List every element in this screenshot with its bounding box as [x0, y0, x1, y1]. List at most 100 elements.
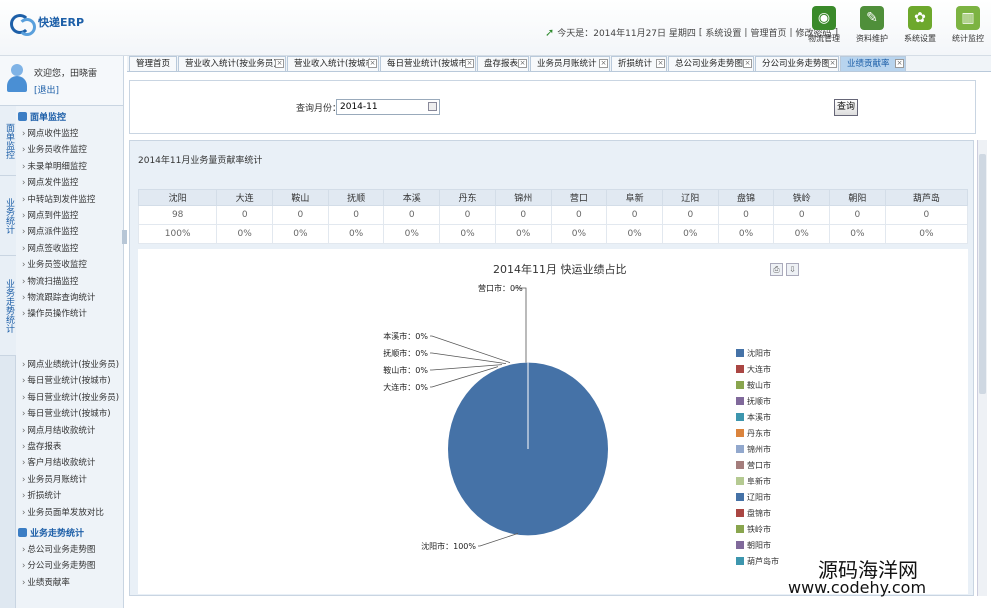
legend-label: 锦州市 [747, 444, 771, 454]
side-tab-business-stats[interactable]: 业务统计 [0, 176, 16, 256]
menu-item[interactable]: 每日营业统计(按城市) [22, 374, 110, 386]
column-header[interactable]: 辽阳 [661, 189, 719, 206]
menu-item[interactable]: 每日营业统计(按城市) [22, 407, 110, 419]
count-cell: 0 [829, 205, 886, 225]
column-header[interactable]: 大连 [216, 189, 274, 206]
menu-item[interactable]: 中转站到发件监控 [22, 193, 95, 205]
menu-item[interactable]: 操作员操作统计 [22, 307, 87, 319]
tab-2[interactable]: 营业收入统计(按城市) × [287, 56, 379, 72]
column-header[interactable]: 锦州 [494, 189, 552, 206]
close-icon[interactable]: × [518, 59, 527, 68]
admin-home-link[interactable]: 管理首页 [750, 26, 786, 39]
close-icon[interactable]: × [895, 59, 904, 68]
section-label: 业务走势统计 [30, 529, 85, 539]
column-header[interactable]: 沈阳 [137, 189, 218, 206]
legend-item[interactable]: 辽阳市 [736, 489, 779, 505]
menu-item[interactable]: 网点签收监控 [22, 242, 78, 254]
menu-section-trend[interactable]: 业务走势统计 [18, 526, 84, 539]
app-logo[interactable]: 快递ERP [8, 12, 84, 36]
collapse-handle[interactable] [122, 230, 127, 244]
column-header[interactable]: 盘锦 [717, 189, 775, 206]
column-header[interactable]: 抚顺 [327, 189, 385, 206]
legend-item[interactable]: 铁岭市 [736, 521, 779, 537]
menu-item[interactable]: 分公司业务走势图 [22, 559, 95, 571]
tab-4[interactable]: 盘存报表 × [477, 56, 529, 72]
legend-item[interactable]: 葫芦岛市 [736, 553, 779, 569]
top-nav-chart[interactable]: ▥ 统计监控 [949, 6, 987, 44]
tab-7[interactable]: 总公司业务走势图 × [668, 56, 754, 72]
close-icon[interactable]: × [275, 59, 284, 68]
menu-item[interactable]: 折损统计 [22, 489, 61, 501]
tab-9[interactable]: 业绩贡献率 × [840, 56, 906, 72]
menu-item[interactable]: 业绩贡献率 [22, 576, 70, 588]
logout-link[interactable]: [退出] [34, 83, 59, 96]
menu-item[interactable]: 网点月结收款统计 [22, 424, 95, 436]
side-tab-trend-stats[interactable]: 业务走势统计 [0, 256, 16, 356]
top-nav-tools[interactable]: ✎ 资料维护 [853, 6, 891, 44]
column-header[interactable]: 本溪 [383, 189, 441, 206]
menu-item[interactable]: 物流扫描监控 [22, 275, 78, 287]
menu-item[interactable]: 未录单明细监控 [22, 160, 87, 172]
column-header[interactable]: 朝阳 [829, 189, 886, 206]
column-header[interactable]: 丹东 [439, 189, 496, 206]
top-nav-gear[interactable]: ✿ 系统设置 [901, 6, 939, 44]
tab-1[interactable]: 营业收入统计(按业务员) × [178, 56, 286, 72]
legend-item[interactable]: 营口市 [736, 457, 779, 473]
system-settings-link[interactable]: 系统设置 [705, 26, 741, 39]
menu-item[interactable]: 业务员收件监控 [22, 143, 87, 155]
menu-item[interactable]: 业务员月账统计 [22, 473, 87, 485]
menu-item[interactable]: 网点到件监控 [22, 209, 78, 221]
label-leader-line [514, 287, 527, 363]
close-icon[interactable]: × [656, 59, 665, 68]
menu-item[interactable]: 业务员签收监控 [22, 258, 87, 270]
export-icon[interactable]: ⇩ [786, 263, 799, 276]
calendar-icon[interactable] [428, 102, 437, 111]
tab-8[interactable]: 分公司业务走势图 × [755, 56, 839, 72]
menu-item[interactable]: 物流跟踪查询统计 [22, 291, 95, 303]
tab-3[interactable]: 每日营业统计(按城市) × [380, 56, 476, 72]
legend-item[interactable]: 阜新市 [736, 473, 779, 489]
legend-item[interactable]: 朝阳市 [736, 537, 779, 553]
top-nav-globe[interactable]: ◉ 物流管理 [805, 6, 843, 44]
legend-item[interactable]: 丹东市 [736, 425, 779, 441]
column-header[interactable]: 铁岭 [773, 189, 831, 206]
print-icon[interactable]: ⎙ [770, 263, 783, 276]
menu-item[interactable]: 网点收件监控 [22, 127, 78, 139]
menu-item[interactable]: 每日营业统计(按业务员) [22, 391, 119, 403]
tab-0[interactable]: 管理首页 [129, 56, 177, 72]
close-icon[interactable]: × [368, 59, 377, 68]
tab-label: 管理首页 [136, 59, 171, 69]
vertical-scrollbar[interactable] [977, 140, 987, 596]
legend-item[interactable]: 本溪市 [736, 409, 779, 425]
section-icon [18, 528, 27, 537]
scrollbar-thumb[interactable] [979, 154, 986, 394]
legend-item[interactable]: 抚顺市 [736, 393, 779, 409]
menu-item[interactable]: 盘存报表 [22, 440, 61, 452]
close-icon[interactable]: × [599, 59, 608, 68]
menu-item[interactable]: 总公司业务走势图 [22, 543, 95, 555]
legend-item[interactable]: 锦州市 [736, 441, 779, 457]
column-header[interactable]: 营口 [550, 189, 608, 206]
menu-item[interactable]: 网点发件监控 [22, 176, 78, 188]
query-button[interactable]: 查询 [834, 99, 858, 116]
tab-6[interactable]: 折损统计 × [611, 56, 667, 72]
side-tab-waybill[interactable]: 面单监控 [0, 106, 16, 176]
query-month-input[interactable] [336, 99, 440, 115]
legend-item[interactable]: 沈阳市 [736, 345, 779, 361]
menu-item[interactable]: 客户月结收款统计 [22, 456, 95, 468]
legend-label: 本溪市 [747, 412, 771, 422]
close-icon[interactable]: × [743, 59, 752, 68]
tab-5[interactable]: 业务员月账统计 × [530, 56, 610, 72]
menu-section-waybill[interactable]: 面单监控 [18, 110, 66, 123]
legend-item[interactable]: 鞍山市 [736, 377, 779, 393]
legend-item[interactable]: 盘锦市 [736, 505, 779, 521]
close-icon[interactable]: × [828, 59, 837, 68]
column-header[interactable]: 阜新 [606, 189, 663, 206]
column-header[interactable]: 葫芦岛 [884, 189, 969, 206]
legend-item[interactable]: 大连市 [736, 361, 779, 377]
column-header[interactable]: 鞍山 [272, 189, 329, 206]
menu-item[interactable]: 网点业绩统计(按业务员) [22, 358, 119, 370]
close-icon[interactable]: × [465, 59, 474, 68]
menu-item[interactable]: 网点派件监控 [22, 225, 78, 237]
menu-item[interactable]: 业务员面单发放对比 [22, 506, 104, 518]
